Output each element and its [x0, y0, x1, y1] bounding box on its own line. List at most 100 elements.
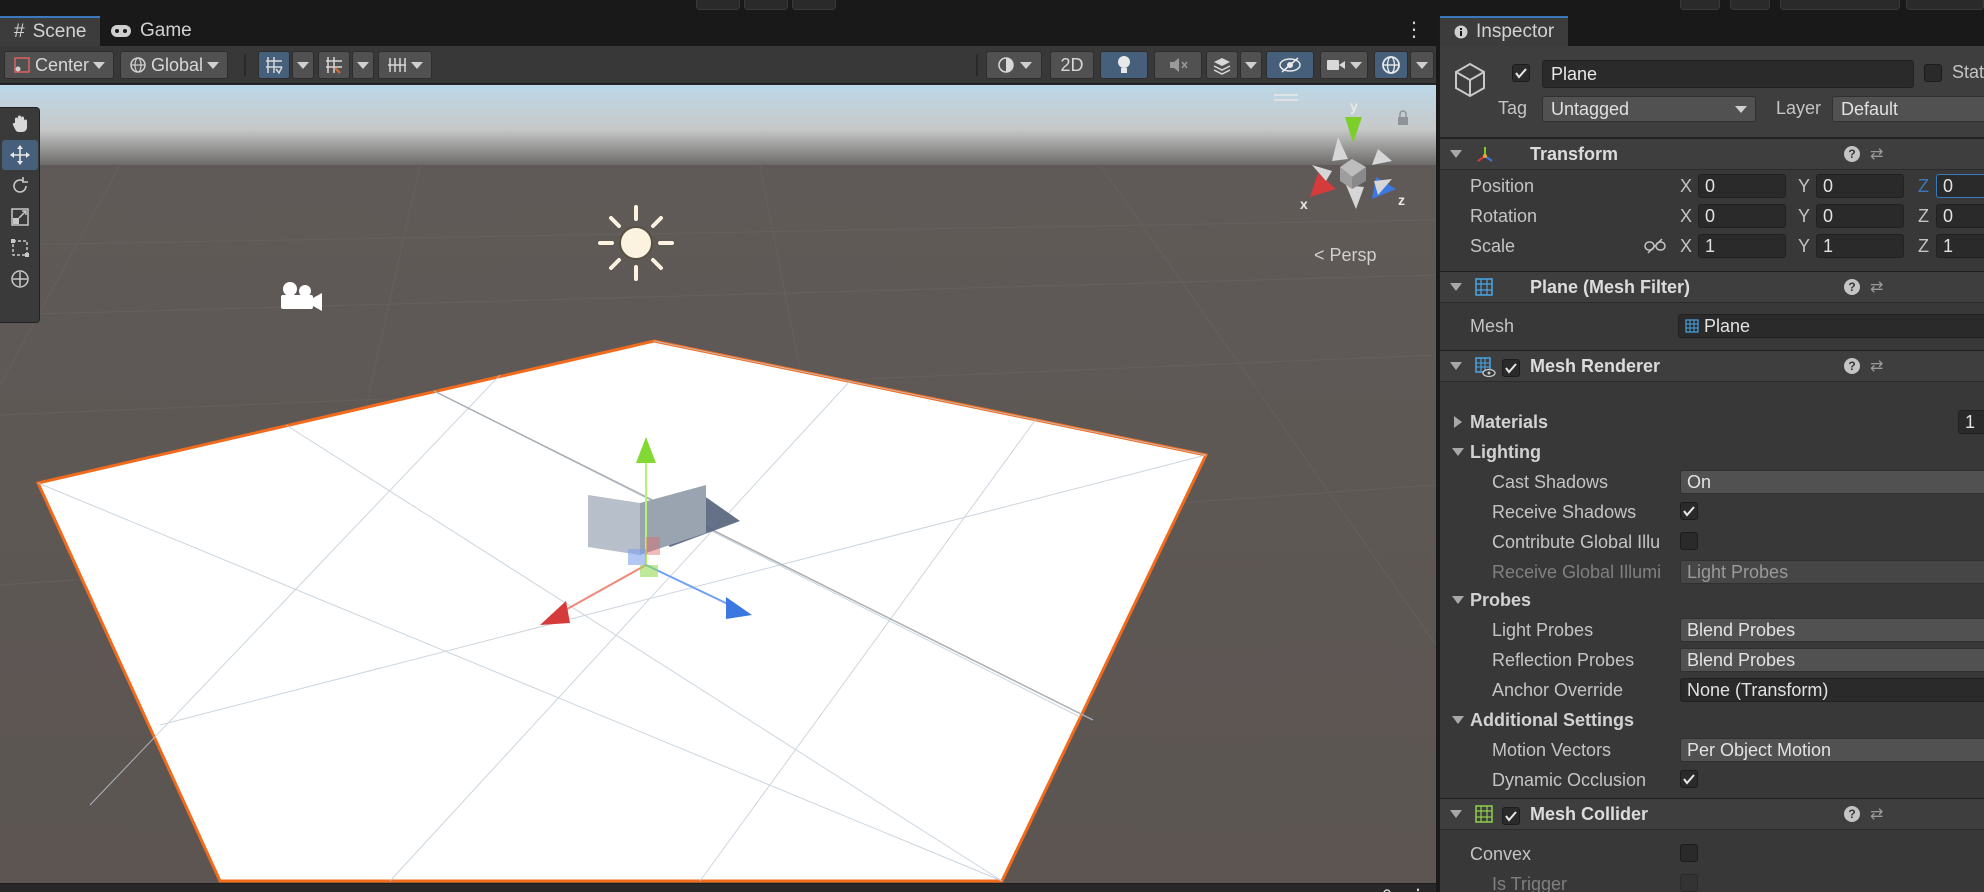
gizmos-button[interactable]	[1374, 51, 1408, 79]
materials-fold-icon[interactable]	[1454, 416, 1462, 428]
additional-settings-fold-icon[interactable]	[1452, 716, 1464, 724]
tag-label: Tag	[1498, 98, 1528, 118]
materials-count-field[interactable]: 1	[1958, 410, 1984, 434]
scene-lighting-button[interactable]	[1100, 51, 1148, 79]
gizmo-xy-plane-handle[interactable]	[628, 549, 646, 565]
static-checkbox[interactable]	[1924, 64, 1942, 82]
convex-checkbox[interactable]	[1680, 844, 1698, 862]
rotation-y-field[interactable]: 0	[1816, 204, 1904, 228]
scene-effects-button[interactable]	[1206, 51, 1238, 79]
scene-effects-dropdown[interactable]	[1240, 51, 1262, 79]
chevron-down-icon	[411, 61, 423, 69]
search-button[interactable]	[1730, 0, 1770, 10]
is-trigger-checkbox	[1680, 874, 1698, 892]
anchor-override-field[interactable]: None (Transform)	[1680, 678, 1984, 702]
transform-tool[interactable]	[2, 264, 38, 294]
gizmos-dropdown[interactable]	[1410, 51, 1434, 79]
cloud-button[interactable]	[1680, 0, 1720, 10]
gameobject-active-checkbox[interactable]	[1512, 64, 1530, 82]
play-button[interactable]	[696, 0, 740, 10]
reflection-probes-dropdown[interactable]: Blend Probes	[1680, 648, 1984, 672]
gizmo-xz-plane-handle[interactable]	[640, 565, 658, 577]
help-icon[interactable]: ?	[1844, 806, 1860, 822]
scale-z-field[interactable]: 1	[1936, 234, 1984, 258]
pause-button[interactable]	[744, 0, 788, 10]
position-y-field[interactable]: 0	[1816, 174, 1904, 198]
position-z-field[interactable]: 0	[1936, 174, 1984, 198]
presets-icon[interactable]: ⇄	[1870, 277, 1883, 297]
scene-render[interactable]: x y z	[0, 85, 1436, 883]
tab-inspector[interactable]: Inspector	[1440, 16, 1569, 46]
mesh-object-field[interactable]: Plane	[1678, 314, 1984, 338]
lighting-fold-icon[interactable]	[1452, 448, 1464, 456]
fold-arrow-icon[interactable]	[1450, 810, 1462, 818]
rotate-tool[interactable]	[2, 171, 38, 201]
more-options-icon[interactable]: ⋮	[1408, 884, 1428, 892]
projection-toggle[interactable]: < Persp	[1314, 245, 1377, 266]
fold-arrow-icon[interactable]	[1450, 362, 1462, 370]
layers-dropdown[interactable]	[1780, 0, 1900, 10]
receive-shadows-checkbox[interactable]	[1680, 502, 1698, 520]
layer-dropdown[interactable]: Default	[1832, 96, 1984, 122]
grid-snap-dropdown[interactable]	[292, 51, 314, 79]
help-icon[interactable]: ?	[1844, 146, 1860, 162]
step-button[interactable]	[792, 0, 836, 10]
tab-scene[interactable]: # Scene	[0, 16, 101, 46]
additional-settings-label[interactable]: Additional Settings	[1470, 710, 1634, 731]
pivot-mode-dropdown[interactable]: Center	[4, 51, 114, 79]
mesh-renderer-component-header[interactable]: Mesh Renderer ? ⇄	[1440, 350, 1984, 382]
scale-x-field[interactable]: 1	[1698, 234, 1786, 258]
scene-camera-dropdown[interactable]	[1320, 51, 1368, 79]
cast-shadows-dropdown[interactable]: On	[1680, 470, 1984, 494]
increment-snap-dropdown[interactable]	[352, 51, 374, 79]
fold-arrow-icon[interactable]	[1450, 283, 1462, 291]
presets-icon[interactable]: ⇄	[1870, 804, 1883, 824]
directional-light-icon[interactable]	[598, 205, 674, 281]
scene-audio-button[interactable]	[1154, 51, 1202, 79]
scene-viewport[interactable]: x y z	[0, 85, 1436, 883]
gameobject-name-input[interactable]: Plane	[1542, 60, 1914, 88]
contribute-gi-checkbox[interactable]	[1680, 532, 1698, 550]
scene-visibility-button[interactable]	[1266, 51, 1314, 79]
probes-fold-icon[interactable]	[1452, 596, 1464, 604]
probes-label[interactable]: Probes	[1470, 590, 1531, 611]
light-probes-dropdown[interactable]: Blend Probes	[1680, 618, 1984, 642]
mesh-collider-enabled-checkbox[interactable]	[1502, 807, 1520, 825]
dynamic-occlusion-checkbox[interactable]	[1680, 770, 1698, 788]
presets-icon[interactable]: ⇄	[1870, 356, 1883, 376]
grid-visibility-button[interactable]	[378, 51, 432, 79]
motion-vectors-dropdown[interactable]: Per Object Motion	[1680, 738, 1984, 762]
rect-tool[interactable]	[2, 233, 38, 263]
move-tool[interactable]	[2, 140, 38, 170]
hand-tool[interactable]	[2, 109, 38, 139]
gizmo-yz-plane-handle[interactable]	[646, 537, 660, 555]
rotation-x-field[interactable]: 0	[1698, 204, 1786, 228]
tab-game[interactable]: Game	[96, 16, 206, 46]
help-icon[interactable]: ?	[1844, 358, 1860, 374]
materials-label[interactable]: Materials	[1470, 412, 1548, 433]
rotation-z-field[interactable]: 0	[1936, 204, 1984, 228]
increment-snap-button[interactable]	[318, 51, 350, 79]
tag-dropdown[interactable]: Untagged	[1542, 96, 1756, 122]
grid-snap-button[interactable]	[258, 51, 290, 79]
mesh-renderer-enabled-checkbox[interactable]	[1502, 359, 1520, 377]
space-mode-dropdown[interactable]: Global	[120, 51, 228, 79]
presets-icon[interactable]: ⇄	[1870, 144, 1883, 164]
scale-tool[interactable]	[2, 202, 38, 232]
fold-arrow-icon[interactable]	[1450, 150, 1462, 158]
link-broken-icon[interactable]	[1644, 238, 1666, 254]
2d-mode-button[interactable]: 2D	[1050, 51, 1094, 79]
mesh-filter-component-header[interactable]: Plane (Mesh Filter) ? ⇄	[1440, 271, 1984, 303]
more-options-icon[interactable]: ⋮	[1404, 20, 1424, 40]
mesh-collider-component-header[interactable]: Mesh Collider ? ⇄	[1440, 798, 1984, 830]
increment-snap-icon	[326, 57, 342, 74]
lighting-label[interactable]: Lighting	[1470, 442, 1541, 463]
transform-component-header[interactable]: Transform ? ⇄	[1440, 138, 1984, 170]
chevron-down-icon	[1416, 61, 1428, 69]
position-x-field[interactable]: 0	[1698, 174, 1786, 198]
rotation-x-label: X	[1680, 206, 1693, 226]
scale-y-field[interactable]: 1	[1816, 234, 1904, 258]
help-icon[interactable]: ?	[1844, 279, 1860, 295]
draw-mode-dropdown[interactable]	[986, 51, 1042, 79]
layout-dropdown[interactable]	[1906, 0, 1984, 10]
